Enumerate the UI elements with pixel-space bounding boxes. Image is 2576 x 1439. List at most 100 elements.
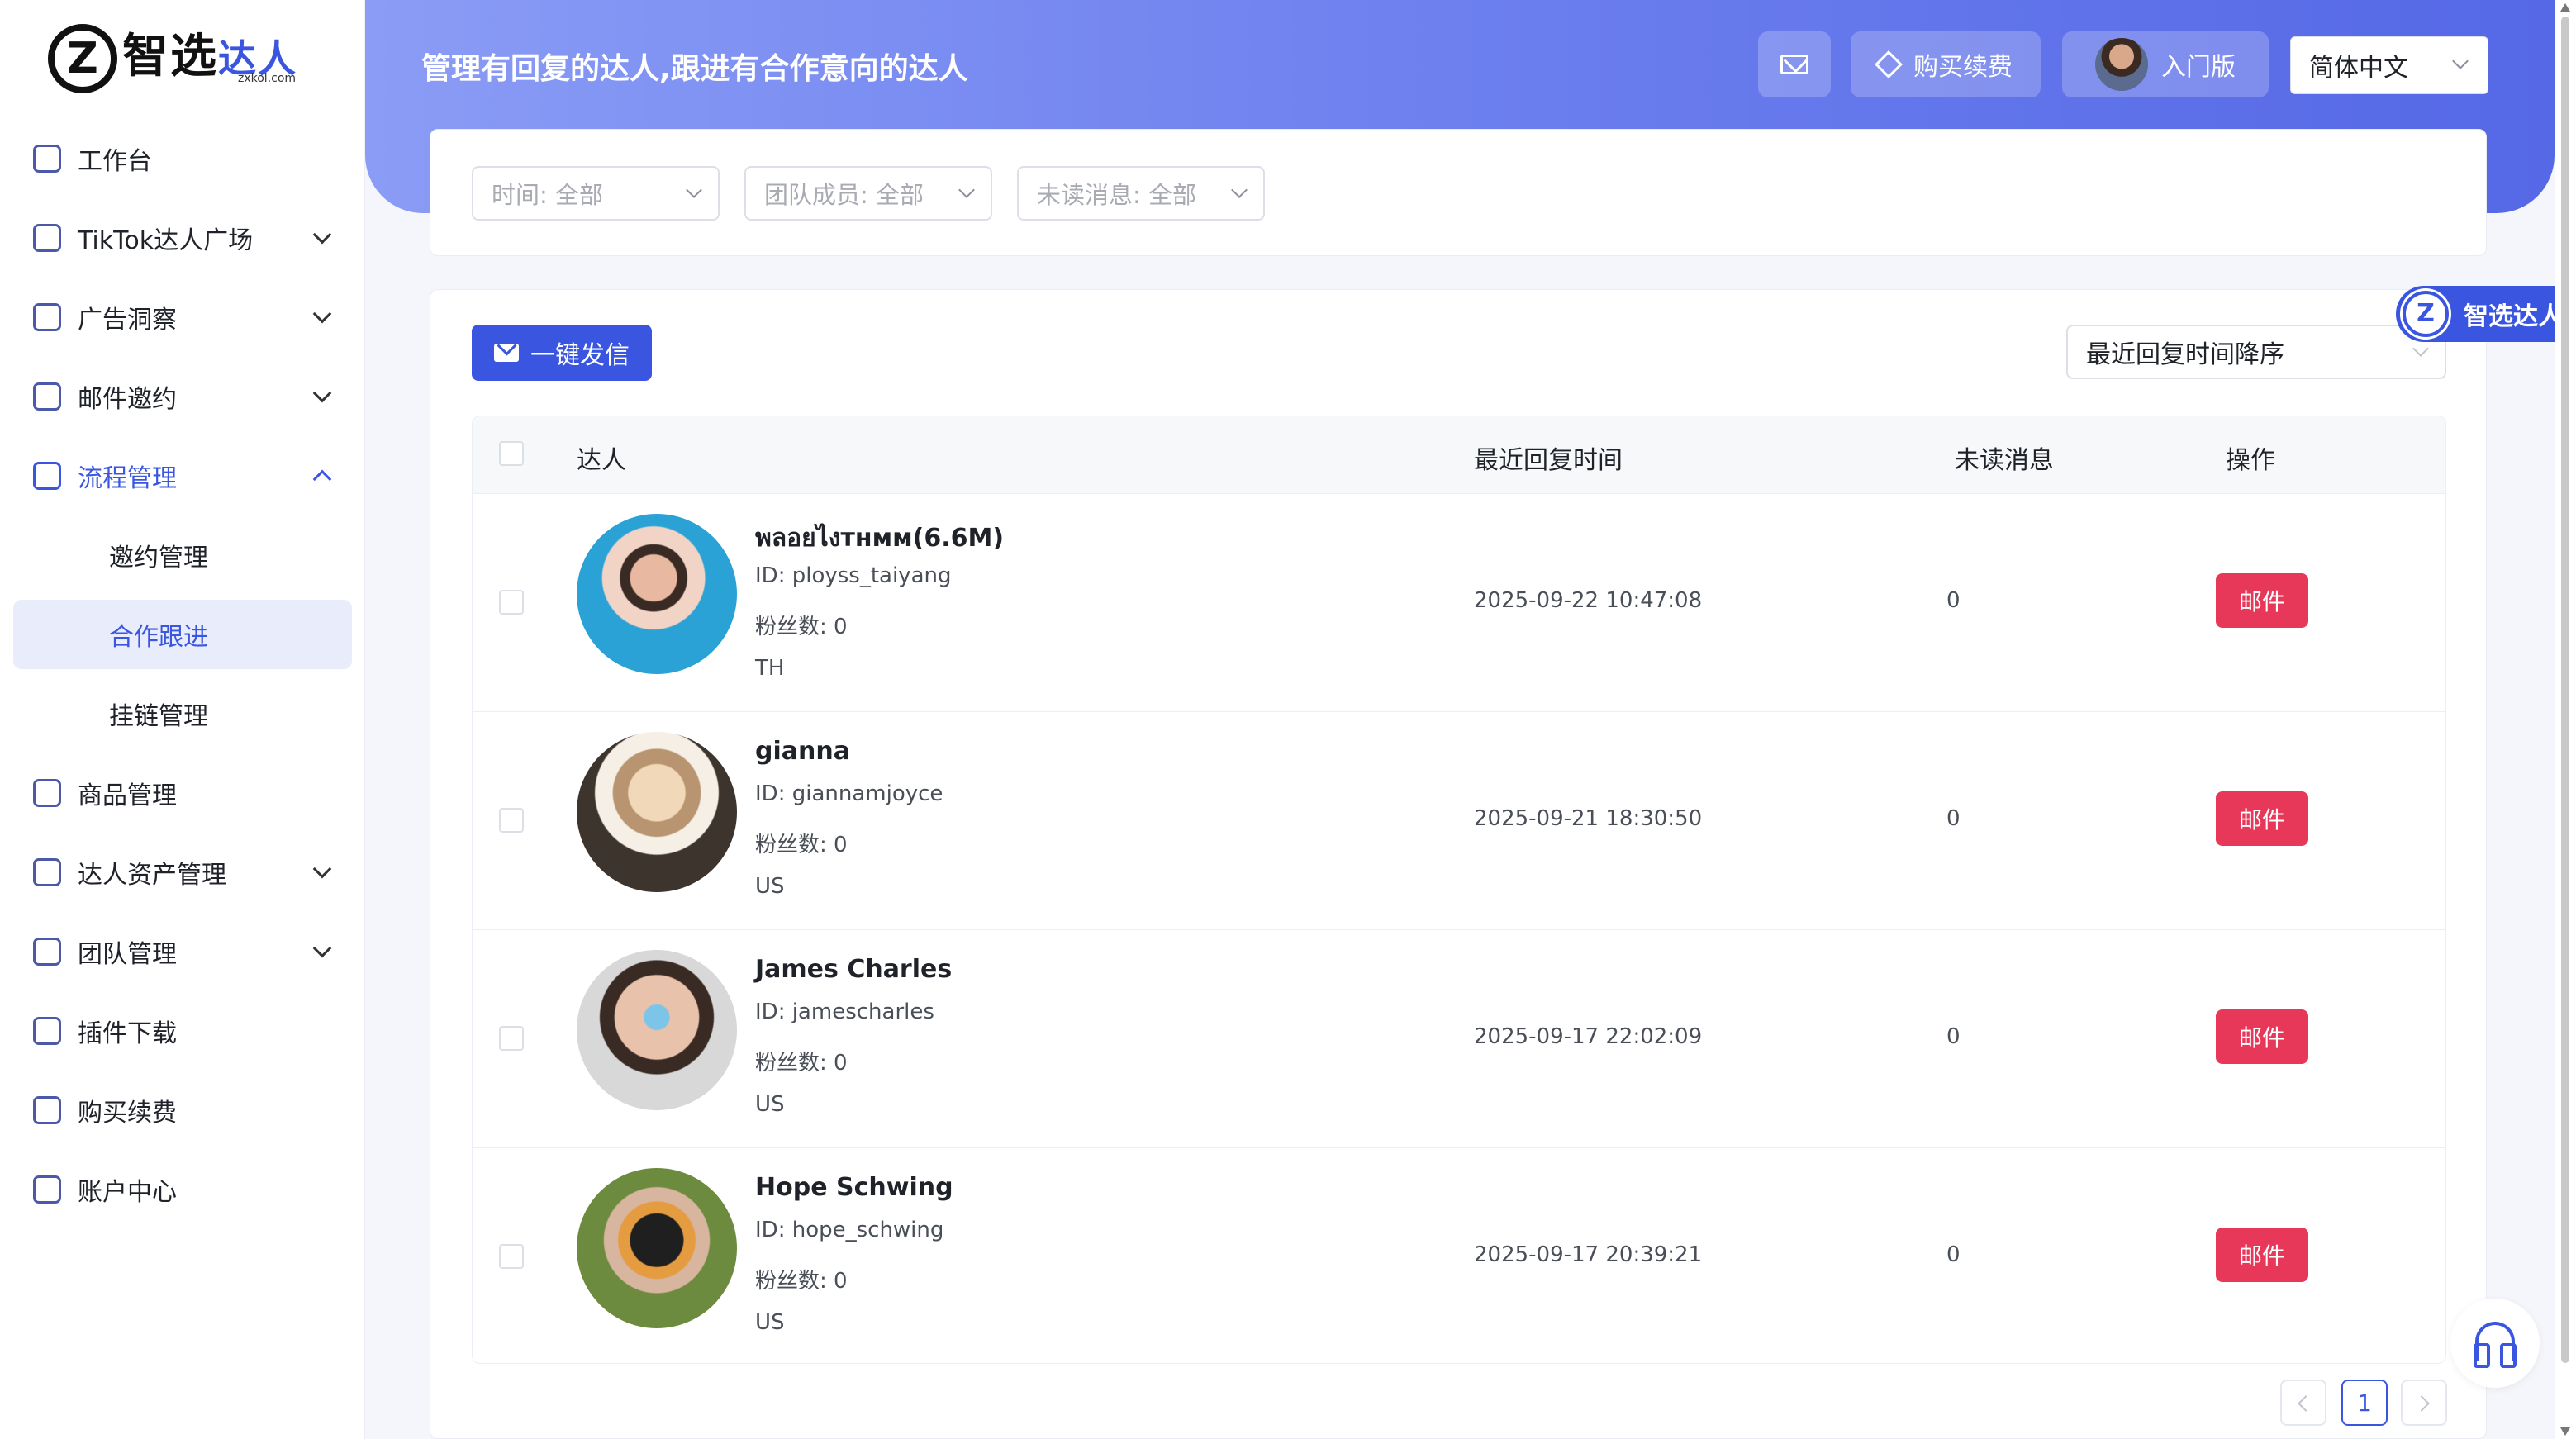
cart-icon [33, 779, 61, 807]
influencer-avatar[interactable] [577, 1168, 737, 1328]
sidebar-item-mail-invite[interactable]: 邮件邀约 [13, 362, 352, 431]
sidebar-item-label: 工作台 [78, 147, 152, 176]
sidebar-subitem-cooperation-followup[interactable]: 合作跟进 [13, 600, 352, 669]
cube-icon [33, 145, 61, 173]
row-checkbox[interactable] [499, 590, 524, 615]
download-icon [33, 1017, 61, 1045]
prev-page-button[interactable] [2280, 1380, 2326, 1426]
send-all-button[interactable]: 一键发信 [472, 325, 652, 381]
scroll-down-arrow-icon[interactable] [2560, 1427, 2570, 1436]
influencer-id: ID: jamescharles [755, 1000, 934, 1024]
customer-support-button[interactable] [2450, 1299, 2540, 1388]
logo-url: zxkol.com [238, 72, 297, 85]
sidebar-item-billing[interactable]: 购买续费 [13, 1076, 352, 1145]
chevron-left-icon [2298, 1395, 2314, 1412]
sidebar-item-label: 商品管理 [78, 781, 177, 810]
sort-select[interactable]: 最近回复时间降序 [2066, 325, 2446, 379]
page-number-button[interactable]: 1 [2341, 1380, 2388, 1426]
chevron-down-icon [312, 938, 332, 958]
sidebar-item-plugin-download[interactable]: 插件下载 [13, 996, 352, 1066]
sidebar-item-label: 购买续费 [78, 1099, 177, 1128]
mail-button[interactable]: 邮件 [2216, 1009, 2308, 1064]
influencer-avatar[interactable] [577, 514, 737, 674]
chevron-down-icon [312, 859, 332, 879]
last-reply-time: 2025-09-22 10:47:08 [1474, 588, 1703, 613]
influencer-avatar[interactable] [577, 950, 737, 1110]
mail-icon [1780, 55, 1808, 74]
influencer-name[interactable]: James Charles [755, 955, 952, 984]
plan-button[interactable]: 入门版 [2062, 31, 2269, 97]
sidebar-item-product-management[interactable]: 商品管理 [13, 758, 352, 828]
row-checkbox[interactable] [499, 808, 524, 833]
buy-renew-button[interactable]: 购买续费 [1851, 31, 2041, 97]
influencer-name[interactable]: gianna [755, 737, 850, 766]
column-header-action: 操作 [2226, 446, 2275, 475]
influencer-id: ID: ployss_taiyang [755, 563, 952, 588]
sidebar-item-asset-management[interactable]: 达人资产管理 [13, 838, 352, 907]
follower-count: 粉丝数: 0 [755, 1269, 848, 1294]
sidebar-item-workbench[interactable]: 工作台 [13, 124, 352, 193]
last-reply-time: 2025-09-17 22:02:09 [1474, 1024, 1703, 1049]
zhixuan-logo-icon [2403, 291, 2449, 337]
row-checkbox[interactable] [499, 1244, 524, 1269]
logo-mark-icon [48, 24, 117, 93]
plugin-float-badge[interactable]: 智选达人 [2396, 286, 2576, 342]
select-all-checkbox[interactable] [499, 441, 524, 466]
unread-filter-value: 未读消息: 全部 [1037, 181, 1196, 209]
scroll-up-arrow-icon[interactable] [2560, 3, 2570, 12]
filter-bar: 时间: 全部 团队成员: 全部 未读消息: 全部 [430, 129, 2487, 256]
mail-invite-icon [33, 382, 61, 411]
chevron-right-icon [2413, 1395, 2430, 1412]
insight-icon [33, 303, 61, 331]
mail-button[interactable]: 邮件 [2216, 1228, 2308, 1282]
sidebar-item-team-management[interactable]: 团队管理 [13, 917, 352, 986]
unread-count: 0 [1946, 588, 1961, 613]
page-scrollbar[interactable] [2555, 0, 2576, 1439]
sidebar-subitem-invite-management[interactable]: 邀约管理 [13, 520, 352, 590]
influencer-id: ID: hope_schwing [755, 1218, 944, 1242]
member-filter-select[interactable]: 团队成员: 全部 [744, 166, 992, 221]
sidebar-item-label: 账户中心 [78, 1178, 177, 1207]
scrollbar-thumb[interactable] [2561, 17, 2569, 1363]
table-row: gianna ID: giannamjoyce 粉丝数: 0 US 2025-0… [473, 712, 2445, 930]
messages-button[interactable] [1758, 31, 1831, 97]
sidebar-item-ad-insight[interactable]: 广告洞察 [13, 283, 352, 352]
logo[interactable]: 智选达人 zxkol.com [48, 21, 297, 96]
language-select[interactable]: 简体中文 [2290, 36, 2488, 94]
table-row: Hope Schwing ID: hope_schwing 粉丝数: 0 US … [473, 1148, 2445, 1363]
table-header: 达人 最近回复时间 未读消息 操作 [473, 416, 2445, 494]
sidebar-subitem-link-management[interactable]: 挂链管理 [13, 679, 352, 748]
influencer-name[interactable]: Hope Schwing [755, 1173, 953, 1202]
next-page-button[interactable] [2401, 1380, 2447, 1426]
row-checkbox[interactable] [499, 1026, 524, 1051]
billing-icon [33, 1096, 61, 1124]
region-code: US [755, 1092, 785, 1117]
table-row: James Charles ID: jamescharles 粉丝数: 0 US… [473, 930, 2445, 1148]
time-filter-value: 时间: 全部 [492, 181, 603, 209]
plan-label: 入门版 [2161, 53, 2236, 82]
sidebar-item-tiktok-square[interactable]: TikTok达人广场 [13, 203, 352, 273]
time-filter-select[interactable]: 时间: 全部 [472, 166, 720, 221]
team-icon [33, 938, 61, 966]
follower-count: 粉丝数: 0 [755, 1051, 848, 1076]
sidebar-item-account-center[interactable]: 账户中心 [13, 1155, 352, 1224]
sidebar: 智选达人 zxkol.com 工作台 TikTok达人广场 广告洞察 邮件邀约 … [0, 0, 365, 1439]
mail-button[interactable]: 邮件 [2216, 791, 2308, 846]
unread-filter-select[interactable]: 未读消息: 全部 [1017, 166, 1265, 221]
chevron-down-icon [1231, 182, 1248, 198]
mail-button[interactable]: 邮件 [2216, 573, 2308, 628]
headset-icon [2474, 1322, 2517, 1368]
influencer-name[interactable]: พลอยไงтнмм(6.6M) [755, 519, 1004, 558]
column-header-unread: 未读消息 [1955, 446, 2054, 475]
sidebar-item-label: 流程管理 [78, 464, 177, 493]
sidebar-menu: 工作台 TikTok达人广场 广告洞察 邮件邀约 流程管理 邀约管理 合作跟进 … [13, 124, 352, 1234]
column-header-last-reply[interactable]: 最近回复时间 [1474, 439, 1623, 476]
sidebar-item-label: 插件下载 [78, 1019, 177, 1048]
chevron-up-icon [312, 469, 332, 489]
region-code: US [755, 1310, 785, 1335]
sidebar-item-label: 邮件邀约 [78, 385, 177, 414]
chevron-down-icon [312, 304, 332, 324]
follower-count: 粉丝数: 0 [755, 833, 848, 857]
sidebar-item-flow-management[interactable]: 流程管理 [13, 441, 352, 511]
influencer-avatar[interactable] [577, 732, 737, 892]
